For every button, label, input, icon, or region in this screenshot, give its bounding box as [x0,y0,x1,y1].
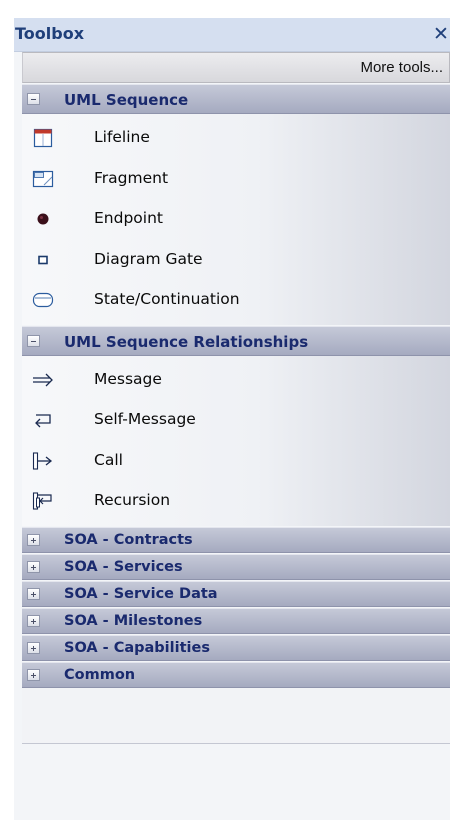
tool-label: State/Continuation [94,290,240,308]
tool-label: Recursion [94,491,171,509]
tool-self-message[interactable]: Self-Message [22,400,450,441]
category-soa-service-data[interactable]: SOA - Service Data [22,580,450,607]
expand-icon[interactable] [27,641,40,654]
category-items-uml-sequence-relationships: Message Self-Message Call Recursion [22,355,450,526]
toolbox-titlebar[interactable]: Toolbox ✕ [14,18,450,52]
category-label: UML Sequence [64,91,189,109]
tool-message[interactable]: Message [22,360,450,401]
category-uml-sequence-relationships[interactable]: UML Sequence Relationships [22,325,450,356]
tool-recursion[interactable]: Recursion [22,481,450,522]
expand-icon[interactable] [27,614,40,627]
fragment-icon [32,170,54,187]
tool-fragment[interactable]: Fragment [22,159,450,200]
toolbox-panel: Toolbox ✕ More tools... UML Sequence Lif… [14,18,450,820]
tool-endpoint[interactable]: Endpoint [22,199,450,240]
collapse-icon[interactable] [27,93,40,105]
message-arrow-icon [33,373,53,386]
category-label: SOA - Services [64,558,183,575]
more-tools-button[interactable]: More tools... [22,52,450,83]
tool-label: Fragment [94,168,169,187]
tool-label: Diagram Gate [94,249,203,268]
toolbox-content: UML Sequence Lifeline Fragment Endpoint … [22,84,450,744]
diagram-gate-icon [38,255,48,264]
category-soa-services[interactable]: SOA - Services [22,553,450,580]
close-icon[interactable]: ✕ [432,22,450,46]
category-label: SOA - Milestones [64,612,203,629]
category-label: SOA - Contracts [64,531,193,548]
call-icon [32,451,53,470]
expand-icon[interactable] [27,587,40,600]
category-common[interactable]: Common [22,661,450,688]
expand-icon[interactable] [27,533,40,546]
tool-label: Lifeline [94,128,150,146]
tool-label: Call [94,450,123,469]
lifeline-icon [33,128,53,148]
category-soa-capabilities[interactable]: SOA - Capabilities [22,634,450,661]
expand-icon[interactable] [27,668,40,681]
category-items-uml-sequence: Lifeline Fragment Endpoint Diagram Gate … [22,114,450,325]
toolbox-title: Toolbox [15,24,85,43]
tool-diagram-gate[interactable]: Diagram Gate [22,240,450,281]
category-uml-sequence[interactable]: UML Sequence [22,84,450,114]
state-continuation-icon [32,292,54,308]
tool-label: Self-Message [94,410,196,428]
expand-icon[interactable] [27,560,40,573]
category-label: SOA - Capabilities [64,639,210,656]
category-label: Common [64,666,136,683]
recursion-icon [32,492,52,510]
tool-call[interactable]: Call [22,441,450,482]
category-soa-contracts[interactable]: SOA - Contracts [22,526,450,553]
category-label: SOA - Service Data [64,585,218,602]
self-message-icon [35,414,51,428]
tool-label: Endpoint [94,209,163,227]
tool-lifeline[interactable]: Lifeline [22,118,450,159]
tool-state-continuation[interactable]: State/Continuation [22,280,450,321]
collapse-icon[interactable] [27,334,40,347]
tool-label: Message [94,369,162,388]
category-soa-milestones[interactable]: SOA - Milestones [22,607,450,634]
endpoint-icon [37,213,49,225]
toolbox-empty-area [22,687,450,744]
category-label: UML Sequence Relationships [64,332,309,351]
